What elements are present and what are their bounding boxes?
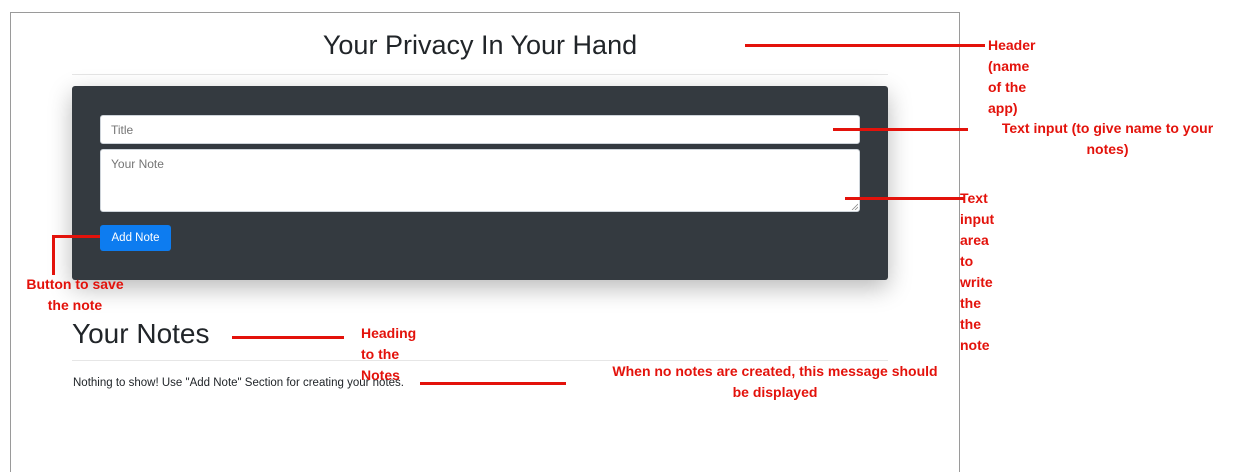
empty-message-annotation-line1: When no notes are created, this message …: [612, 363, 938, 379]
header-callout-line: [745, 44, 985, 47]
add-note-button[interactable]: Add Note: [100, 225, 171, 251]
notes-heading-annotation: Heading to the Notes: [361, 325, 417, 383]
button-callout-line-vertical: [52, 235, 55, 275]
notes-heading: Your Notes: [72, 318, 210, 349]
button-callout-line-horizontal: [52, 235, 100, 238]
button-annotation-line2: the note: [47, 297, 103, 313]
title-input-annotation: Text input (to give name to your notes): [970, 118, 1245, 160]
empty-message-annotation: When no notes are created, this message …: [575, 361, 975, 403]
title-input-annotation-line1: Text input (to give name to your: [1001, 120, 1214, 136]
note-body-textarea[interactable]: [100, 149, 860, 212]
notes-heading-callout-line: [232, 336, 344, 339]
empty-message-annotation-line2: be displayed: [732, 384, 818, 400]
textarea-annotation: Text input area to write the the note: [960, 190, 995, 353]
button-annotation: Button to save the note: [10, 274, 140, 316]
textarea-resize-icon[interactable]: [851, 203, 858, 210]
empty-notes-message: Nothing to show! Use "Add Note" Section …: [73, 377, 404, 389]
textarea-callout-line: [845, 197, 965, 200]
button-annotation-line1: Button to save: [26, 276, 124, 292]
header-annotation: Header (name of the app): [988, 37, 1036, 116]
title-input-callout-line: [833, 128, 968, 131]
title-input-annotation-line2: notes): [1086, 141, 1129, 157]
title-divider: [72, 74, 888, 75]
empty-message-callout-line: [420, 382, 566, 385]
note-title-input[interactable]: [100, 115, 860, 144]
